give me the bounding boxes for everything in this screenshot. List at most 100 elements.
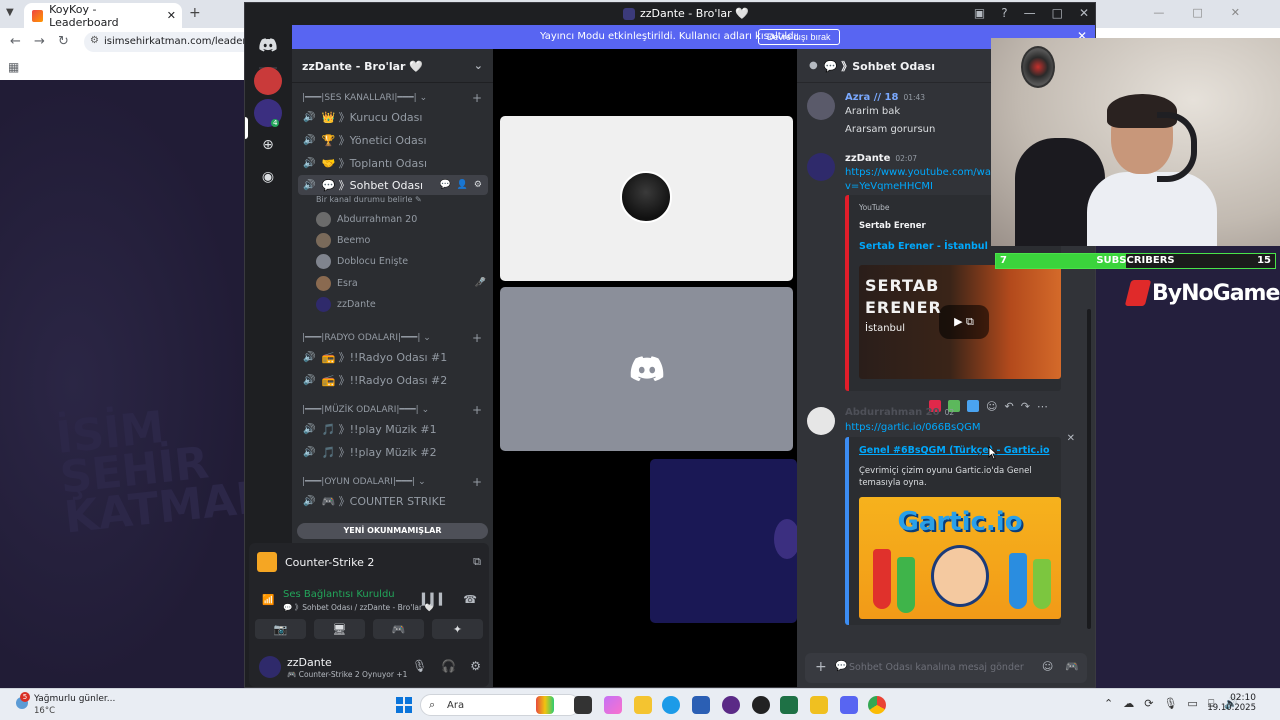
channel-muzik-1[interactable]: 🔊 🎵 》!!play Müzik #1 <box>298 419 488 439</box>
obs-icon[interactable] <box>752 696 770 714</box>
add-server-icon[interactable]: ⊕ <box>254 131 282 159</box>
browser-tab[interactable]: KoyKoy - Leaderboard ✕ <box>24 3 182 29</box>
browser-window-controls[interactable]: —□✕ <box>1153 6 1268 19</box>
close-icon[interactable]: ✕ <box>1079 6 1089 20</box>
embed-image[interactable]: Gartic.io <box>859 497 1061 619</box>
tablet-icon[interactable] <box>574 696 592 714</box>
settings-gear-icon[interactable]: ⚙ <box>470 659 481 673</box>
camera-off-button[interactable]: 📷 <box>255 619 306 639</box>
start-button[interactable] <box>396 697 412 713</box>
fruit-app-icon[interactable] <box>536 696 554 714</box>
channel-yonetici[interactable]: 🔊 🏆 》Yönetici Odası <box>298 130 488 150</box>
reply-icon[interactable]: ↶ <box>1004 400 1013 413</box>
message-author[interactable]: Azra // 18 01:43 <box>845 92 925 103</box>
participant-tile[interactable] <box>500 287 793 451</box>
forward-icon[interactable]: ↷ <box>1021 400 1030 413</box>
add-channel-icon[interactable]: + <box>472 331 482 345</box>
embed-close-icon[interactable]: ✕ <box>1067 433 1075 444</box>
screen-share-icon[interactable]: ⧉ <box>473 555 481 569</box>
voice-user[interactable]: Doblocu Enişte <box>316 251 486 271</box>
tab-list-chevron-icon[interactable]: ▼ <box>6 7 14 18</box>
channel-radyo-1[interactable]: 🔊 📻 》!!Radyo Odası #1 <box>298 347 488 367</box>
store-icon[interactable] <box>692 696 710 714</box>
voice-user[interactable]: zzDante <box>316 294 486 314</box>
voice-status[interactable]: Ses Bağlantısı Kuruldu <box>283 589 395 600</box>
chat-scrollbar[interactable] <box>1087 309 1091 629</box>
avatar[interactable] <box>807 407 835 435</box>
new-unreads-pill[interactable]: YENİ OKUNMAMIŞLAR <box>297 523 488 539</box>
voice-user[interactable]: Esra 🎤̸ <box>316 273 486 293</box>
chat-bubble-icon[interactable]: 💬 <box>439 180 450 190</box>
settings-gear-icon[interactable]: ⚙ <box>474 180 482 190</box>
edge-icon[interactable] <box>662 696 680 714</box>
reload-icon[interactable]: ↻ <box>58 34 69 49</box>
category-radyo[interactable]: |━━━|RADYO ODALARI|━━━| ⌄ + <box>302 331 482 347</box>
taskbar-search[interactable]: ⌕ Ara <box>420 694 580 716</box>
embed-provider[interactable]: YouTube <box>859 203 890 212</box>
avatar[interactable] <box>807 92 835 120</box>
tab-close-icon[interactable]: ✕ <box>167 9 176 22</box>
emoji-icon[interactable]: ☺ <box>986 400 997 413</box>
back-arrow-icon[interactable]: ← <box>10 34 21 49</box>
activity-launcher-icon[interactable]: 🎮 <box>1065 660 1079 673</box>
voice-user[interactable]: Abdurrahman 20 <box>316 209 486 229</box>
server-avatar-pikachu[interactable] <box>254 67 282 95</box>
discord-home-icon[interactable] <box>254 31 282 59</box>
noise-suppression-icon[interactable]: ▍▍▍ <box>422 593 447 606</box>
message-link[interactable]: https://www.youtube.com/watch?v=YeVqmeHH… <box>845 166 1015 194</box>
invite-icon[interactable]: 👤 <box>457 180 468 190</box>
more-icon[interactable]: ⋯ <box>1037 400 1048 413</box>
disable-streamer-mode-button[interactable]: Devre dışı bırak <box>758 29 840 45</box>
add-channel-icon[interactable]: + <box>472 403 482 417</box>
share-screen-button[interactable]: 🖥 <box>314 619 365 639</box>
participant-tile[interactable] <box>500 116 793 281</box>
headphones-icon[interactable]: 🎧 <box>441 659 456 673</box>
sync-icon[interactable]: ⟳ <box>1144 697 1153 711</box>
channel-kurucu[interactable]: 🔊 👑 》Kurucu Odası <box>298 107 488 127</box>
app-icon[interactable] <box>722 696 740 714</box>
category-muzik[interactable]: |━━━|MÜZİK ODALARI|━━━| ⌄ + <box>302 403 482 419</box>
address-bar[interactable]: ⚙ isimsehirkatman.com/leaderboard <box>84 32 254 52</box>
message-author[interactable]: Abdurrahman 20 02 <box>845 407 954 418</box>
server-header[interactable]: zzDante - Bro'lar 🤍 ⌄ <box>292 49 493 83</box>
play-icon[interactable]: ▶ ⧉ <box>939 305 989 339</box>
participant-tile[interactable] <box>650 459 800 623</box>
maximize-icon[interactable]: □ <box>1052 6 1063 20</box>
whatsapp-icon[interactable] <box>780 696 798 714</box>
minimize-icon[interactable]: — <box>1024 6 1036 20</box>
my-username[interactable]: zzDante <box>287 656 332 669</box>
category-oyun[interactable]: |━━━|OYUN ODALARI|━━━| ⌄ + <box>302 475 482 491</box>
forward-arrow-icon[interactable]: → <box>34 34 45 49</box>
new-tab-icon[interactable]: + <box>189 5 201 21</box>
chrome-icon[interactable] <box>868 696 886 714</box>
channel-toplanti[interactable]: 🔊 🤝 》Toplantı Odası <box>298 153 488 173</box>
file-explorer-icon[interactable] <box>634 696 652 714</box>
app-icon[interactable] <box>810 696 828 714</box>
mic-icon[interactable]: 🎙 <box>1163 697 1177 711</box>
message-input[interactable]: + 💬 Sohbet Odası kanalına mesaj gönder ☺… <box>805 653 1087 683</box>
add-attachment-icon[interactable]: + <box>815 659 827 675</box>
taskbar-clock[interactable]: 02:10 19.10.2025 <box>1207 693 1256 713</box>
voice-user[interactable]: Beemo <box>316 230 486 250</box>
discover-icon[interactable]: ◉ <box>254 163 282 191</box>
disconnect-icon[interactable]: ☎ <box>463 593 477 606</box>
chevron-up-icon[interactable]: ⌃ <box>1104 697 1113 711</box>
site-info-icon[interactable]: ⚙ <box>90 35 99 46</box>
soundboard-button[interactable]: ✦ <box>432 619 483 639</box>
channel-status-setter[interactable]: Bir kanal durumu belirle ✎ <box>316 195 422 204</box>
add-channel-icon[interactable]: + <box>472 475 482 489</box>
channel-counter-strike[interactable]: 🔊 🎮 》COUNTER STRIKE <box>298 491 488 511</box>
display-icon[interactable]: ▭ <box>1187 697 1197 711</box>
mic-icon[interactable]: 🎙 <box>412 659 427 673</box>
cloud-icon[interactable]: ☁ <box>1123 697 1134 711</box>
embed-title[interactable]: Sertab Erener - İstanbul <box>859 241 988 252</box>
discord-taskbar-icon[interactable] <box>840 696 858 714</box>
category-ses[interactable]: |━━━|SES KANALLARI|━━━| ⌄ + <box>302 91 482 107</box>
help-icon[interactable]: ? <box>1001 6 1007 20</box>
channel-sohbet[interactable]: 🔊 💬 》Sohbet Odası 💬 👤 ⚙ <box>298 175 488 195</box>
apps-grid-icon[interactable]: ▦ <box>8 60 19 74</box>
embed-title[interactable]: Genel #6BsQGM (Türkçe) - Gartic.io <box>859 445 1049 456</box>
message-link[interactable]: https://gartic.io/066BsQGM <box>845 421 1065 435</box>
copilot-icon[interactable] <box>604 696 622 714</box>
emoji-icon[interactable]: ☺ <box>1042 660 1053 673</box>
